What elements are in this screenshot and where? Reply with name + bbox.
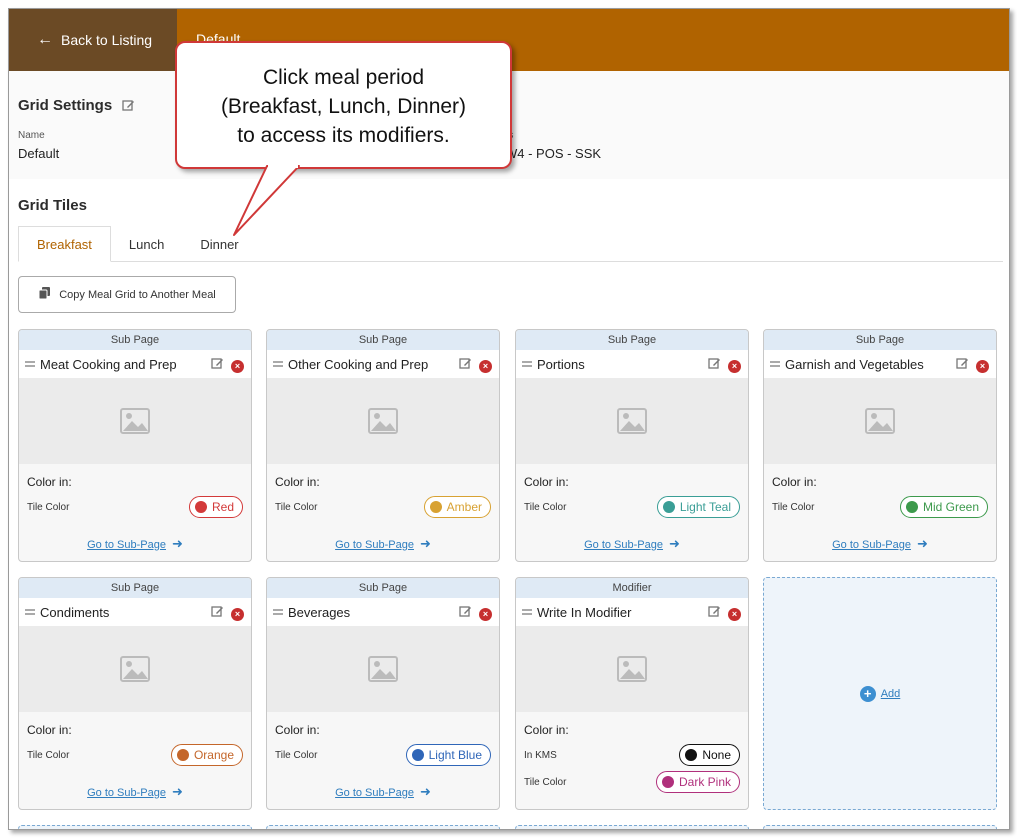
callout-pointer: [233, 164, 300, 236]
app-frame: ← Back to Listing Default Grid Settings …: [8, 8, 1010, 830]
